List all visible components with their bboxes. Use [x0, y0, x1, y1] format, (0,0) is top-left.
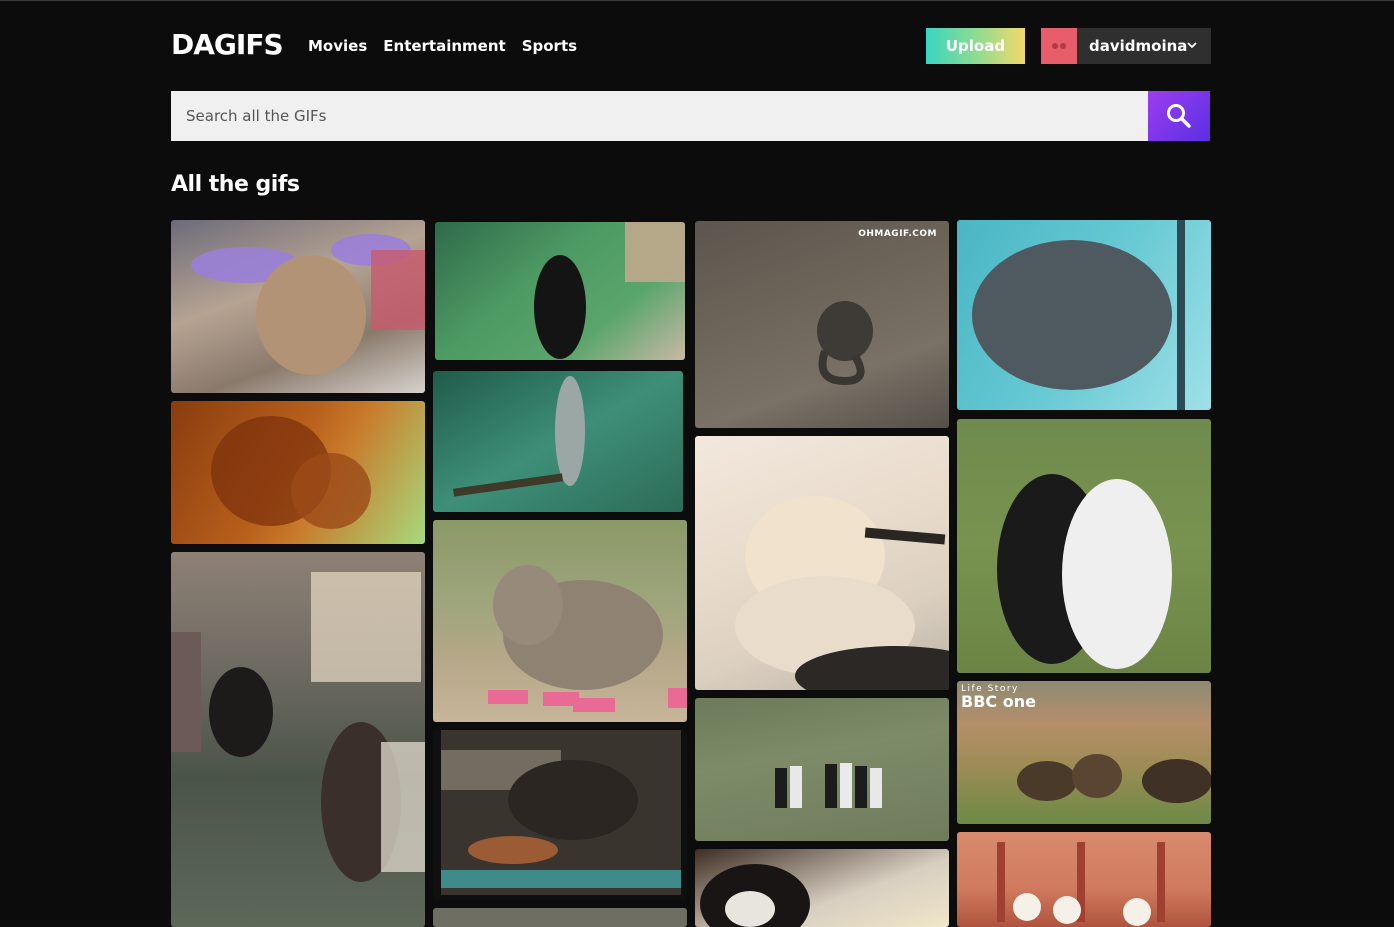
nav-entertainment[interactable]: Entertainment [383, 37, 505, 55]
watermark: OHMAGIF.COM [858, 229, 937, 239]
gif-art [972, 220, 1185, 410]
gif-art [534, 222, 685, 359]
gif-octopus[interactable]: OHMAGIF.COM [695, 221, 949, 428]
bbc-watermark: Life Story BBC one [961, 684, 1036, 711]
gif-art [171, 572, 425, 882]
nav-sports[interactable]: Sports [522, 37, 577, 55]
page-container: DAGIFS Movies Entertainment Sports Uploa… [171, 0, 1211, 927]
avatar [1041, 28, 1077, 64]
gif-sea-lion[interactable] [433, 371, 683, 512]
gif-partial-col2[interactable] [433, 908, 687, 927]
gif-penguins[interactable] [695, 698, 949, 841]
chevron-down-icon [1187, 42, 1197, 49]
nav-movies[interactable]: Movies [308, 37, 367, 55]
gif-art [191, 234, 425, 375]
gif-border-collies[interactable] [957, 419, 1211, 673]
gif-art [997, 474, 1172, 669]
search-button[interactable] [1148, 91, 1210, 141]
gif-orangutans[interactable] [171, 401, 425, 544]
search-input[interactable] [171, 91, 1148, 141]
gif-dogs-pool[interactable] [433, 730, 687, 900]
gif-art [817, 301, 873, 386]
username: davidmoina [1089, 37, 1188, 55]
gif-cat-closeup[interactable] [695, 849, 949, 927]
main-nav: Movies Entertainment Sports [308, 37, 577, 55]
gif-art [441, 730, 681, 895]
gif-manatee[interactable] [957, 220, 1211, 410]
gif-seal[interactable] [435, 222, 685, 360]
upload-button[interactable]: Upload [926, 28, 1025, 64]
gif-art [452, 376, 585, 497]
gif-art [775, 763, 882, 808]
gif-wild-dogs[interactable]: Life Story BBC one [957, 681, 1211, 824]
gif-emu-dog[interactable] [171, 552, 425, 927]
gif-elephant[interactable] [433, 520, 687, 722]
gif-cat-brush[interactable] [695, 436, 949, 690]
gif-art [997, 842, 1165, 926]
gif-puppy-fairy[interactable] [171, 220, 425, 393]
gif-art [700, 864, 810, 927]
gif-art [735, 496, 949, 690]
user-menu[interactable]: davidmoina [1041, 28, 1211, 64]
gif-art [211, 416, 371, 529]
gif-art [488, 565, 687, 712]
search-icon [1167, 104, 1191, 128]
gif-poodles[interactable] [957, 832, 1211, 927]
section-title: All the gifs [171, 172, 300, 197]
logo[interactable]: DAGIFS [171, 28, 284, 61]
